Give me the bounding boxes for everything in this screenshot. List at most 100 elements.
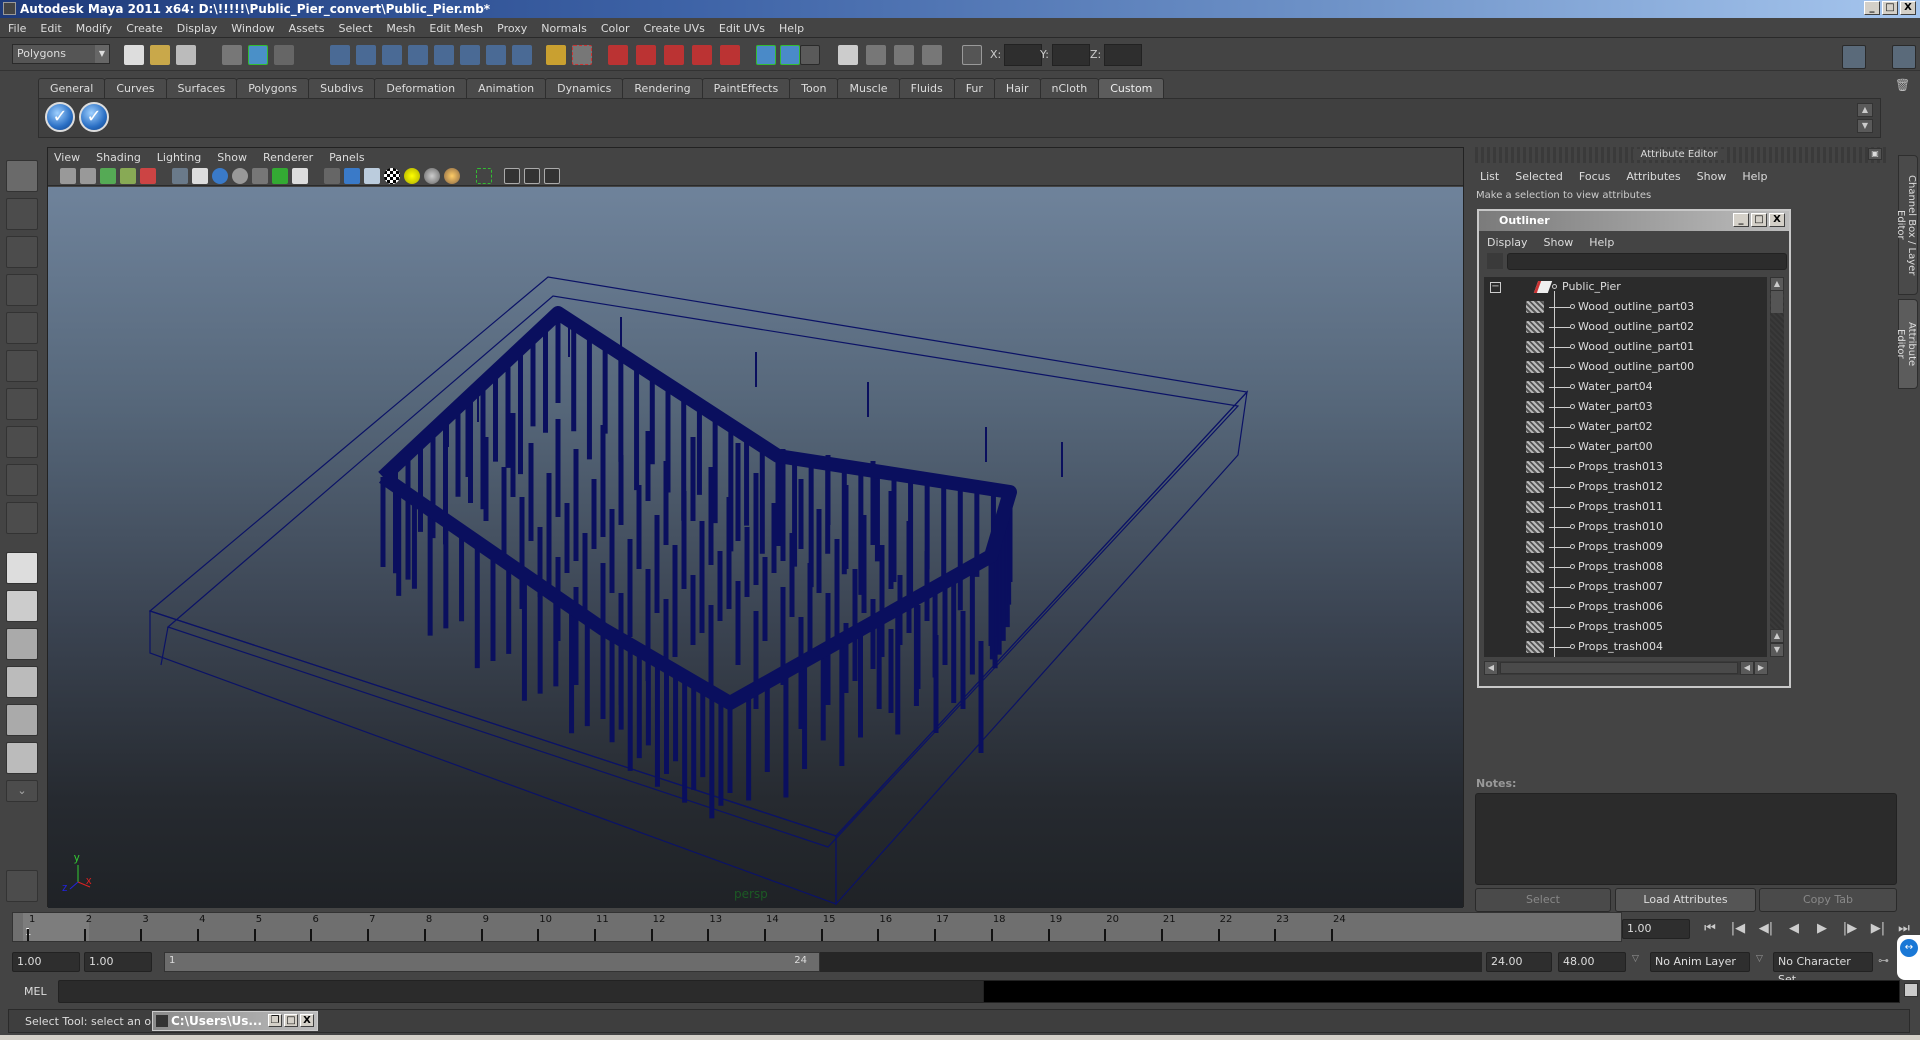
open-scene-icon[interactable] (150, 45, 170, 65)
render-view-icon[interactable] (838, 45, 858, 65)
viewport-menu-show[interactable]: Show (217, 151, 247, 164)
step-forward-key-button[interactable]: ▶| (1868, 920, 1888, 938)
outliner-menu-show[interactable]: Show (1544, 236, 1574, 249)
lasso-tool-icon[interactable] (6, 198, 38, 230)
scroll-left-button[interactable]: ◀ (1484, 661, 1498, 675)
play-backwards-button[interactable]: ◀ (1784, 920, 1804, 938)
float-panel-button[interactable]: ▣ (1868, 148, 1882, 160)
shelf-tab-general[interactable]: General (38, 78, 106, 98)
outliner-item[interactable]: Water_part00 (1484, 437, 1767, 457)
anim-end-field[interactable]: 24.00 (1486, 952, 1552, 972)
snap-to-surface-magnet-icon[interactable] (720, 45, 740, 65)
render-frame-icon[interactable] (866, 45, 886, 65)
new-scene-icon[interactable] (124, 45, 144, 65)
maya-logo-icon[interactable] (6, 870, 38, 902)
bookmarks-icon[interactable] (100, 168, 116, 184)
safe-action-icon[interactable] (272, 168, 288, 184)
scale-tool-icon[interactable] (6, 350, 38, 382)
teamviewer-widget[interactable]: ↔ (1897, 935, 1920, 980)
snap-curve-icon[interactable] (356, 45, 376, 65)
menu-help[interactable]: Help (779, 22, 804, 35)
safe-title-icon[interactable] (292, 168, 308, 184)
ipr-render-icon[interactable] (894, 45, 914, 65)
shelf-tab-toon[interactable]: Toon (789, 78, 839, 98)
shelf-tab-fluids[interactable]: Fluids (898, 78, 955, 98)
channel-box-toggle-icon[interactable] (1892, 45, 1916, 69)
isolate-select-icon[interactable] (476, 168, 492, 184)
outliner-vertical-scrollbar[interactable]: ▲ ▲ ▼ (1770, 277, 1784, 657)
viewport-menu-panels[interactable]: Panels (329, 151, 364, 164)
close-mini-button[interactable]: X (300, 1014, 314, 1027)
snap-grid-icon[interactable] (330, 45, 350, 65)
shelf-tab-dynamics[interactable]: Dynamics (545, 78, 624, 98)
step-back-frame-button[interactable]: ◀| (1756, 920, 1776, 938)
select-camera-icon[interactable] (60, 168, 76, 184)
menu-display[interactable]: Display (177, 22, 218, 35)
snap-vertex-icon[interactable] (460, 45, 480, 65)
menu-proxy[interactable]: Proxy (497, 22, 527, 35)
menu-edit[interactable]: Edit (40, 22, 61, 35)
select-component-icon[interactable] (274, 45, 294, 65)
shelf-button-2[interactable]: ✓ (79, 102, 109, 132)
ae-menu-focus[interactable]: Focus (1579, 170, 1610, 183)
anim-start-field[interactable]: 1.00 (84, 952, 152, 972)
menu-select[interactable]: Select (338, 22, 372, 35)
outliner-item[interactable]: Wood_outline_part02 (1484, 317, 1767, 337)
grid-icon[interactable] (172, 168, 188, 184)
ae-menu-list[interactable]: List (1480, 170, 1499, 183)
move-tool-icon[interactable] (6, 274, 38, 306)
snap-to-grid-magnet-icon[interactable] (692, 45, 712, 65)
select-tool-icon[interactable] (6, 160, 38, 192)
outliner-item[interactable]: Water_part04 (1484, 377, 1767, 397)
mel-label[interactable]: MEL (24, 985, 47, 998)
shelf-scroll-up[interactable]: ▲ (1857, 103, 1873, 117)
output-connections-icon[interactable] (780, 45, 800, 65)
show-manipulator-icon[interactable] (6, 464, 38, 496)
scroll-up-button-2[interactable]: ▲ (1770, 629, 1784, 643)
shelf-tab-hair[interactable]: Hair (993, 78, 1041, 98)
hscroll-thumb[interactable] (1500, 662, 1738, 674)
viewport-menu-lighting[interactable]: Lighting (157, 151, 201, 164)
rotate-tool-icon[interactable] (6, 312, 38, 344)
outliner-item[interactable]: Wood_outline_part01 (1484, 337, 1767, 357)
notes-textarea[interactable] (1475, 793, 1897, 885)
shelf-tab-custom[interactable]: Custom (1098, 78, 1165, 98)
save-scene-icon[interactable] (176, 45, 196, 65)
anim-layer-dropdown-icon[interactable]: ▽ (1632, 954, 1639, 964)
scroll-up-button[interactable]: ▲ (1770, 277, 1784, 291)
filter-icon[interactable] (1487, 253, 1503, 269)
transform-field-icon[interactable] (962, 45, 982, 65)
viewport-menu-view[interactable]: View (54, 151, 80, 164)
use-all-lights-icon[interactable] (404, 168, 420, 184)
z-field[interactable] (1104, 44, 1143, 66)
restore-button[interactable]: ❐ (268, 1014, 282, 1027)
persp-graph-layout-icon[interactable] (6, 666, 38, 698)
universal-manipulator-icon[interactable] (6, 388, 38, 420)
outliner-minimize-button[interactable]: _ (1733, 213, 1749, 227)
outliner-menu-display[interactable]: Display (1487, 236, 1528, 249)
channel-box-tab[interactable]: Channel Box / Layer Editor (1895, 155, 1918, 295)
time-slider[interactable]: 1 12345678910111213141516171819202122232… (12, 912, 1622, 942)
shelf-tab-subdivs[interactable]: Subdivs (308, 78, 376, 98)
shelf-tab-rendering[interactable]: Rendering (622, 78, 703, 98)
anim-layer-dropdown[interactable]: No Anim Layer (1650, 952, 1750, 972)
snap-point-icon[interactable] (382, 45, 402, 65)
shadows-icon[interactable] (424, 168, 440, 184)
menu-mesh[interactable]: Mesh (386, 22, 415, 35)
collapse-icon[interactable]: − (1490, 282, 1501, 293)
close-button[interactable]: X (1900, 1, 1916, 15)
menu-edit-mesh[interactable]: Edit Mesh (429, 22, 483, 35)
outliner-item[interactable]: Props_trash012 (1484, 477, 1767, 497)
snap-surface-icon[interactable] (486, 45, 506, 65)
menu-modify[interactable]: Modify (76, 22, 112, 35)
outliner-item[interactable]: Props_trash011 (1484, 497, 1767, 517)
film-gate-icon[interactable] (192, 168, 208, 184)
menu-file[interactable]: File (8, 22, 26, 35)
shelf-tab-curves[interactable]: Curves (104, 78, 167, 98)
outliner-item[interactable]: Props_trash007 (1484, 577, 1767, 597)
maximize-mini-button[interactable]: □ (284, 1014, 298, 1027)
soft-modification-icon[interactable] (6, 426, 38, 458)
go-to-end-button[interactable]: ⏭ (1894, 920, 1914, 938)
wireframe-on-shaded-icon[interactable] (364, 168, 380, 184)
go-to-start-button[interactable]: ⏮ (1700, 920, 1720, 938)
